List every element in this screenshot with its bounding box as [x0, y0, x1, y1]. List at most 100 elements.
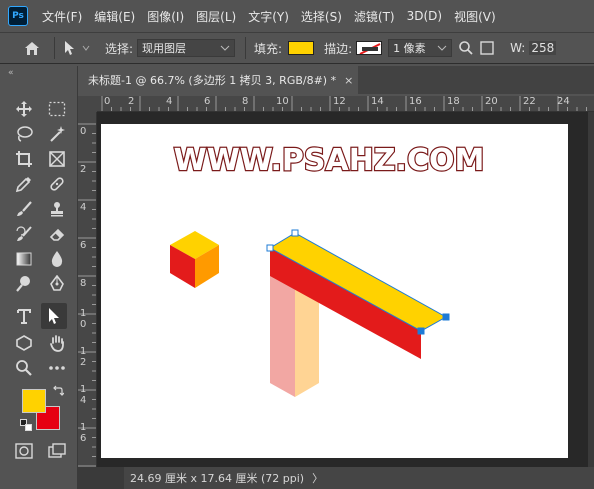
ruler-h-label: 6 — [204, 96, 211, 107]
anchor-point[interactable] — [291, 229, 299, 237]
type-tool-icon[interactable] — [11, 303, 37, 329]
eyedropper-tool-icon[interactable] — [11, 171, 37, 197]
menu-file[interactable]: 文件(F) — [36, 8, 88, 25]
ruler-h-label: 24 — [557, 96, 570, 107]
menu-view[interactable]: 视图(V) — [448, 8, 502, 25]
polygon-tool-icon[interactable] — [11, 330, 37, 356]
menu-type[interactable]: 文字(Y) — [242, 8, 295, 25]
zoom-tool-icon[interactable] — [11, 355, 37, 381]
status-menu-arrow[interactable]: 〉 — [312, 470, 323, 486]
move-tool-icon[interactable] — [11, 96, 37, 122]
menu-bar: Ps 文件(F) 编辑(E) 图像(I) 图层(L) 文字(Y) 选择(S) 滤… — [0, 0, 594, 32]
ruler-h-label: 8 — [242, 96, 249, 107]
ruler-h-label: 22 — [523, 96, 536, 107]
ruler-h-label: 10 — [276, 96, 289, 107]
ruler-h-label: 14 — [371, 96, 384, 107]
brush-tool-icon[interactable] — [11, 196, 37, 222]
crop-tool-icon[interactable] — [11, 146, 37, 172]
frame-tool-icon[interactable] — [44, 146, 70, 172]
fill-label: 填充: — [254, 41, 283, 56]
anchor-point-selected[interactable] — [442, 313, 450, 321]
swap-colors-icon[interactable] — [52, 385, 65, 397]
lasso-tool-icon[interactable] — [11, 121, 37, 147]
menu-edit[interactable]: 编辑(E) — [88, 8, 141, 25]
stroke-swatch[interactable] — [356, 41, 383, 55]
menu-filter[interactable]: 滤镜(T) — [348, 8, 401, 25]
w-field[interactable]: 258 — [529, 41, 557, 55]
document-canvas[interactable]: WWW.PSAHZ.COM — [101, 124, 568, 458]
marquee-tool-icon[interactable] — [44, 96, 70, 122]
select-label: 选择: — [105, 41, 134, 56]
direct-selection-tool-icon[interactable] — [41, 303, 67, 329]
document-tab[interactable]: 未标题-1 @ 66.7% (多边形 1 拷贝 3, RGB/8#) * × — [78, 66, 358, 94]
options-bar: 选择: 现用图层 填充: 描边: 1 像素 W: 258 — [0, 32, 594, 64]
stamp-tool-icon[interactable] — [44, 196, 70, 222]
menu-select[interactable]: 选择(S) — [295, 8, 348, 25]
small-cube — [170, 231, 219, 288]
ruler-h-label: 20 — [485, 96, 498, 107]
stroke-label: 描边: — [324, 41, 353, 56]
dodge-tool-icon[interactable] — [11, 271, 37, 297]
hand-tool-icon[interactable] — [44, 330, 70, 356]
more-tools-icon[interactable] — [44, 355, 70, 381]
document-tab-title: 未标题-1 @ 66.7% (多边形 1 拷贝 3, RGB/8#) * — [88, 74, 337, 87]
fill-swatch[interactable] — [288, 41, 315, 55]
horizontal-ruler[interactable]: 0 2 4 6 8 10 12 14 16 18 20 22 24 — [97, 96, 594, 112]
zoom-field[interactable] — [78, 467, 124, 489]
default-colors-icon[interactable] — [20, 419, 32, 431]
ruler-h-label: 0 — [104, 96, 111, 107]
chevron-down-icon — [220, 45, 230, 51]
history-brush-tool-icon[interactable] — [11, 221, 37, 247]
ruler-h-label: 12 — [333, 96, 346, 107]
watermark-text: WWW.PSAHZ.COM — [174, 143, 485, 178]
ruler-corner — [78, 96, 97, 112]
anchor-point[interactable] — [266, 244, 274, 252]
eraser-tool-icon[interactable] — [44, 221, 70, 247]
ruler-v-label: 6 — [80, 240, 87, 251]
vertical-scrollbar[interactable] — [588, 112, 594, 467]
magic-wand-tool-icon[interactable] — [44, 121, 70, 147]
ruler-v-label: 1 2 — [80, 346, 87, 368]
menu-3d[interactable]: 3D(D) — [401, 9, 448, 23]
ruler-v-label: 8 — [80, 278, 87, 289]
path-select-arrow-icon[interactable] — [63, 40, 91, 56]
quick-mask-icon[interactable] — [11, 438, 37, 464]
ruler-v-label: 2 — [80, 164, 87, 175]
anchor-point-selected[interactable] — [417, 327, 425, 335]
select-value: 现用图层 — [142, 42, 187, 55]
ruler-h-label: 4 — [166, 96, 173, 107]
screen-mode-icon[interactable] — [44, 438, 70, 464]
stroke-width-dropdown[interactable]: 1 像素 — [388, 39, 453, 57]
status-bar: 24.69 厘米 x 17.64 厘米 (72 ppi) 〉 — [78, 467, 594, 489]
photoshop-logo-icon: Ps — [8, 6, 28, 26]
menu-layer[interactable]: 图层(L) — [190, 8, 242, 25]
ruler-v-label: 0 — [80, 126, 87, 137]
ruler-v-label: 4 — [80, 202, 87, 213]
gradient-tool-icon[interactable] — [11, 246, 37, 272]
panel-collapse-icon[interactable]: « — [8, 68, 14, 78]
chevron-down-icon — [437, 45, 447, 51]
menu-image[interactable]: 图像(I) — [141, 8, 190, 25]
healing-brush-tool-icon[interactable] — [44, 171, 70, 197]
tools-panel: « — [0, 66, 78, 489]
close-icon[interactable]: × — [344, 74, 353, 87]
pen-tool-icon[interactable] — [44, 271, 70, 297]
frame-icon[interactable] — [480, 41, 494, 55]
ruler-v-label: 1 6 — [80, 422, 87, 444]
ruler-v-label: 1 4 — [80, 384, 87, 406]
ruler-v-label: 1 0 — [80, 308, 87, 330]
ruler-h-label: 18 — [447, 96, 460, 107]
ruler-h-label: 16 — [409, 96, 422, 107]
select-dropdown[interactable]: 现用图层 — [137, 39, 236, 57]
search-icon[interactable] — [458, 40, 474, 56]
vertical-ruler[interactable]: 0 2 4 6 8 1 0 1 2 1 4 1 6 — [78, 112, 97, 467]
foreground-color-swatch[interactable] — [22, 389, 46, 413]
document-size: 24.69 厘米 x 17.64 厘米 (72 ppi) — [130, 472, 305, 485]
blur-tool-icon[interactable] — [44, 246, 70, 272]
stroke-width-value: 1 像素 — [393, 42, 426, 55]
w-label: W: — [510, 41, 526, 55]
home-icon[interactable] — [22, 38, 42, 58]
document-tab-strip: 未标题-1 @ 66.7% (多边形 1 拷贝 3, RGB/8#) * × — [78, 66, 594, 94]
ruler-h-label: 2 — [128, 96, 135, 107]
canvas-area[interactable]: WWW.PSAHZ.COM — [97, 112, 594, 467]
